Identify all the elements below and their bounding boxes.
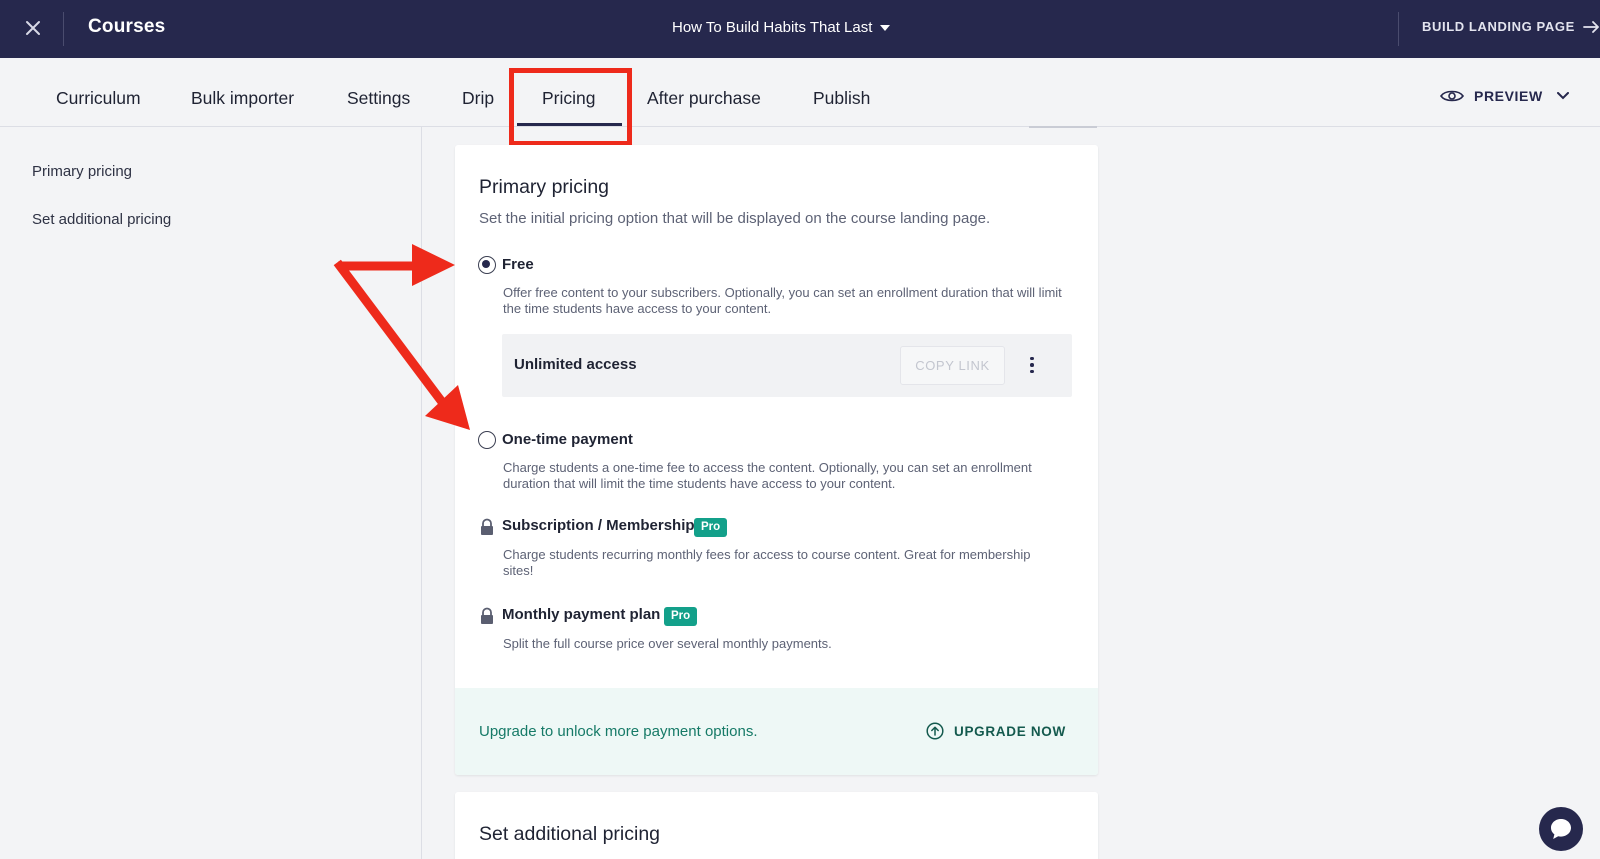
sidebar-item-set-additional-pricing[interactable]: Set additional pricing xyxy=(32,211,171,228)
tab-publish[interactable]: Publish xyxy=(813,88,870,109)
access-label: Unlimited access xyxy=(514,356,637,373)
preview-button[interactable]: PREVIEW xyxy=(1440,88,1569,104)
primary-pricing-card: Primary pricing Set the initial pricing … xyxy=(455,145,1098,775)
enrollment-access-row: Unlimited access COPY LINK xyxy=(502,334,1072,397)
eye-icon xyxy=(1440,90,1464,102)
tab-drip[interactable]: Drip xyxy=(462,88,494,109)
top-bar: Courses How To Build Habits That Last BU… xyxy=(0,0,1600,58)
upgrade-now-button[interactable]: UPGRADE NOW xyxy=(926,722,1066,740)
app-title: Courses xyxy=(88,16,166,37)
option-description-free: Offer free content to your subscribers. … xyxy=(503,285,1062,316)
section-subtitle: Set the initial pricing option that will… xyxy=(479,210,991,227)
top-divider xyxy=(63,12,64,46)
pro-badge: Pro xyxy=(664,607,698,626)
tab-after-purchase[interactable]: After purchase xyxy=(647,88,761,109)
top-divider xyxy=(1398,12,1399,46)
chat-button[interactable] xyxy=(1539,807,1583,851)
free-radio[interactable] xyxy=(478,256,496,274)
upgrade-now-label: UPGRADE NOW xyxy=(954,723,1066,739)
close-button[interactable] xyxy=(20,15,46,41)
additional-pricing-card: Set additional pricing xyxy=(455,792,1098,859)
arrow-up-circle-icon xyxy=(926,722,944,740)
copy-link-button[interactable]: COPY LINK xyxy=(900,346,1005,385)
close-icon xyxy=(26,21,40,35)
option-label-free: Free xyxy=(502,256,534,273)
one-time-payment-radio[interactable] xyxy=(478,431,496,449)
upgrade-banner: Upgrade to unlock more payment options. … xyxy=(455,688,1098,775)
tab-bulk-importer[interactable]: Bulk importer xyxy=(191,88,294,109)
option-description-one-time-payment: Charge students a one-time fee to access… xyxy=(503,460,1032,491)
chat-bubble-icon xyxy=(1551,819,1571,839)
tab-settings[interactable]: Settings xyxy=(347,88,410,109)
caret-down-icon xyxy=(880,24,891,31)
option-label-monthly-payment-plan: Monthly payment plan xyxy=(502,606,661,623)
section-title: Set additional pricing xyxy=(479,823,661,845)
section-nav: Primary pricing Set additional pricing xyxy=(0,127,422,859)
section-title: Primary pricing xyxy=(479,176,610,198)
kebab-menu-icon xyxy=(1030,356,1034,374)
tab-curriculum[interactable]: Curriculum xyxy=(56,88,141,109)
course-selector[interactable]: How To Build Habits That Last xyxy=(672,19,891,36)
build-landing-page-button[interactable]: BUILD LANDING PAGE xyxy=(1422,19,1599,34)
preview-label: PREVIEW xyxy=(1474,88,1543,104)
chevron-down-icon xyxy=(1556,92,1569,100)
annotation-highlight-box xyxy=(509,68,632,146)
course-name: How To Build Habits That Last xyxy=(672,19,873,36)
pro-badge: Pro xyxy=(694,518,728,537)
sidebar-item-primary-pricing[interactable]: Primary pricing xyxy=(32,163,132,180)
more-options-button[interactable] xyxy=(1022,354,1042,376)
scroll-remnant xyxy=(1029,126,1097,128)
upgrade-text: Upgrade to unlock more payment options. xyxy=(479,723,758,740)
lock-icon xyxy=(481,518,493,535)
build-landing-page-label: BUILD LANDING PAGE xyxy=(1422,19,1575,34)
lock-icon xyxy=(481,607,493,624)
arrow-right-icon xyxy=(1582,20,1599,33)
option-description-subscription: Charge students recurring monthly fees f… xyxy=(503,547,1031,578)
option-description-monthly-payment-plan: Split the full course price over several… xyxy=(503,636,832,651)
option-label-one-time-payment: One-time payment xyxy=(502,431,633,448)
tab-bar: Curriculum Bulk importer Settings Drip P… xyxy=(0,58,1600,146)
option-label-subscription: Subscription / Membership xyxy=(502,517,695,534)
